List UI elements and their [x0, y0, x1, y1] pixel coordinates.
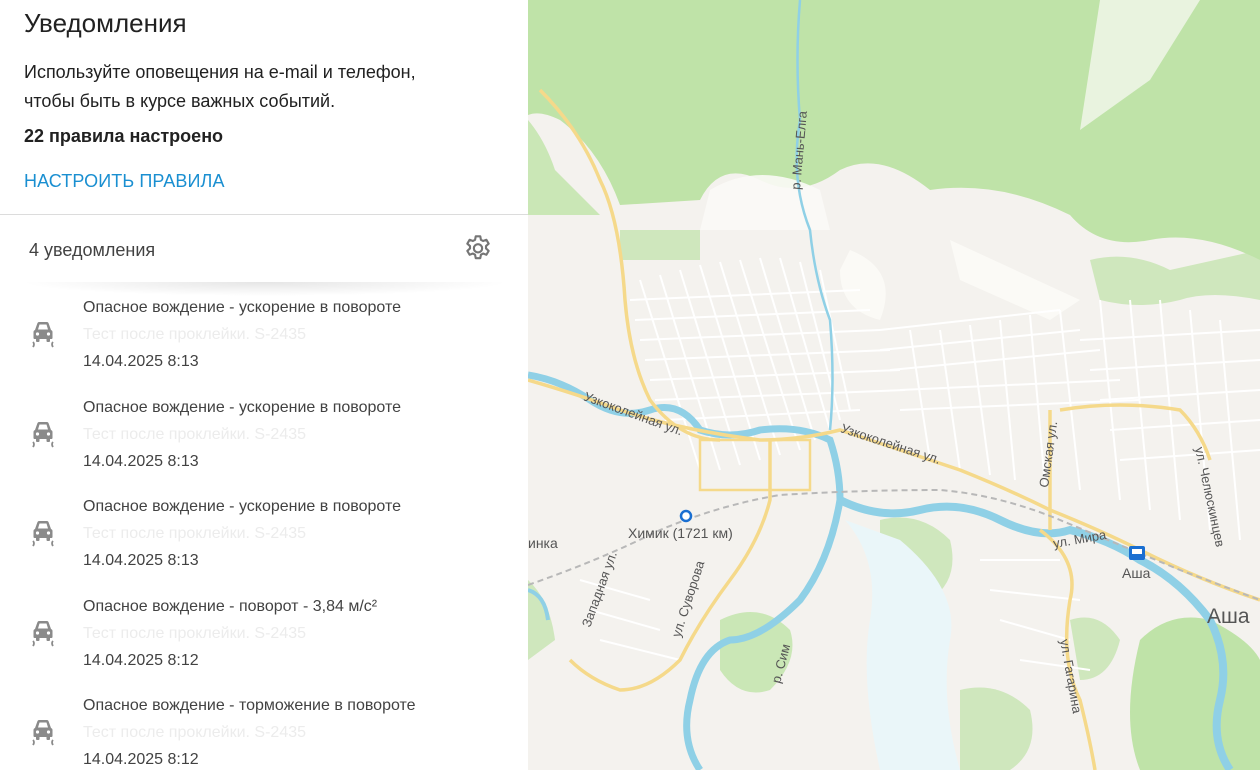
gear-icon [466, 235, 490, 260]
notification-list: Опасное вождение - ускорение в повороте … [0, 294, 528, 770]
notification-title: Опасное вождение - поворот - 3,84 м/с² [83, 597, 378, 615]
notification-title: Опасное вождение - ускорение в повороте [83, 299, 401, 316]
skidding-car-icon [32, 322, 54, 348]
rules-count: 22 правила настроено [24, 126, 224, 146]
settings-button[interactable] [462, 233, 494, 265]
notification-item[interactable]: Опасное вождение - ускорение в повороте … [0, 294, 528, 394]
notification-title: Опасное вождение - ускорение в повороте [83, 498, 401, 515]
notification-item[interactable]: Опасное вождение - торможение в повороте… [0, 692, 528, 770]
notification-time: 14.04.2025 8:13 [83, 353, 199, 370]
notification-title: Опасное вождение - торможение в повороте [83, 697, 416, 714]
map-canvas[interactable]: р. Мань-Елга Узкоколейная ул. Узкоколейн… [528, 0, 1260, 770]
notifications-header: 4 уведомления [0, 215, 528, 285]
map-view[interactable]: р. Мань-Елга Узкоколейная ул. Узкоколейн… [528, 0, 1260, 770]
notifications-count: 4 уведомления [29, 240, 156, 260]
notifications-panel: Уведомления Используйте оповещения на e-… [0, 0, 528, 770]
skidding-car-icon [32, 521, 54, 547]
notification-item[interactable]: Опасное вождение - ускорение в повороте … [0, 493, 528, 593]
place-label-partial: инка [528, 535, 558, 551]
configure-rules-link[interactable]: НАСТРОИТЬ ПРАВИЛА [24, 170, 225, 192]
notification-subtitle: Тест после проклейки. S-2435 [83, 326, 307, 343]
panel-header: Уведомления Используйте оповещения на e-… [0, 8, 528, 192]
notification-item[interactable]: Опасное вождение - ускорение в повороте … [0, 394, 528, 494]
skidding-car-icon [32, 720, 54, 746]
notification-item[interactable]: Опасное вождение - поворот - 3,84 м/с² Т… [0, 593, 528, 693]
notification-subtitle: Тест после проклейки. S-2435 [83, 425, 307, 443]
panel-description: Используйте оповещения на e-mail и телеф… [24, 62, 416, 111]
notification-time: 14.04.2025 8:12 [83, 651, 199, 669]
station-label-asha: Аша [1122, 565, 1151, 581]
skidding-car-icon [32, 421, 54, 447]
notification-time: 14.04.2025 8:12 [83, 751, 199, 768]
notification-time: 14.04.2025 8:13 [83, 552, 199, 569]
station-label-khimik: Химик (1721 км) [628, 525, 733, 541]
notification-time: 14.04.2025 8:13 [83, 452, 199, 470]
skidding-car-icon [32, 620, 54, 646]
city-label-asha: Аша [1207, 605, 1250, 628]
notification-subtitle: Тест после проклейки. S-2435 [83, 724, 307, 741]
notification-title: Опасное вождение - ускорение в повороте [83, 398, 401, 416]
panel-title: Уведомления [24, 8, 187, 38]
station-khimik-icon[interactable] [679, 509, 693, 523]
station-asha-icon[interactable] [1129, 546, 1145, 560]
notification-subtitle: Тест после проклейки. S-2435 [83, 624, 307, 642]
notification-subtitle: Тест после проклейки. S-2435 [83, 525, 307, 542]
